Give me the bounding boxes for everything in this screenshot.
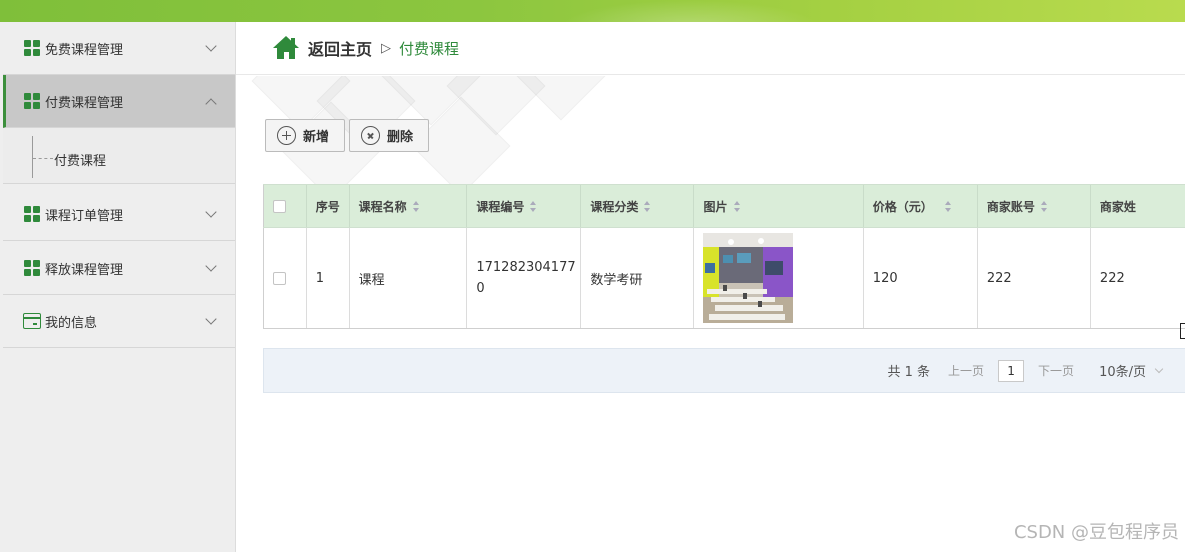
sidebar-item-free-courses[interactable]: 免费课程管理	[3, 22, 235, 75]
sidebar-item-label: 付费课程管理	[45, 95, 124, 111]
column-header-merchant-account[interactable]: 商家账号	[976, 185, 1090, 227]
chevron-up-icon	[205, 98, 217, 110]
delete-button-label: 删除	[387, 130, 414, 145]
sidebar-item-release-courses[interactable]: 释放课程管理	[3, 242, 235, 295]
top-banner	[0, 0, 1185, 22]
plus-circle-icon	[277, 126, 296, 145]
cell-image	[693, 228, 862, 328]
select-all-cell	[263, 185, 306, 227]
column-header-name[interactable]: 课程名称	[348, 185, 467, 227]
main-content: 返回主页 ▷ 付费课程 新增 删除 序号 课程名称 课程编号 课程分类 图片 价…	[236, 22, 1185, 552]
sidebar-subitem-paid-course[interactable]: 付费课程	[54, 150, 106, 169]
cell-price: 120	[862, 228, 977, 328]
sidebar-item-label: 释放课程管理	[45, 262, 124, 278]
cell-name: 课程	[348, 228, 467, 328]
row-select-cell	[263, 228, 306, 328]
chevron-down-icon	[1154, 364, 1164, 373]
column-header-image[interactable]: 图片	[693, 185, 862, 227]
column-header-category[interactable]: 课程分类	[580, 185, 693, 227]
sort-icon[interactable]	[412, 200, 420, 212]
cell-merchant-name: 222	[1089, 228, 1185, 328]
sort-icon[interactable]	[644, 200, 651, 212]
grid-icon	[23, 39, 41, 57]
sidebar: 免费课程管理 付费课程管理 付费课程 课程订单管理 释放课程管理 我的信息	[0, 22, 236, 552]
breadcrumb: 返回主页 ▷ 付费课程	[236, 22, 1185, 75]
add-button-label: 新增	[303, 130, 330, 145]
breadcrumb-home-link[interactable]: 返回主页	[308, 36, 372, 60]
sidebar-item-course-orders[interactable]: 课程订单管理	[3, 188, 235, 241]
next-page-button[interactable]: 下一页	[1038, 362, 1074, 379]
sidebar-item-label: 课程订单管理	[45, 208, 124, 224]
cell-merchant-account: 222	[976, 228, 1090, 328]
home-icon[interactable]	[273, 36, 299, 60]
add-button[interactable]: 新增	[265, 119, 345, 152]
cell-index: 1	[305, 228, 349, 328]
sort-icon[interactable]	[1040, 200, 1048, 212]
grid-icon	[23, 92, 41, 110]
page-number-button[interactable]: 1	[998, 359, 1025, 382]
sort-icon[interactable]	[530, 200, 537, 212]
course-image[interactable]	[703, 233, 794, 323]
select-all-checkbox[interactable]	[273, 199, 286, 213]
wallet-icon	[23, 312, 41, 330]
mouse-cursor	[1180, 323, 1185, 339]
prev-page-button[interactable]: 上一页	[948, 362, 984, 379]
sidebar-item-paid-courses[interactable]: 付费课程管理	[3, 75, 235, 128]
pagination-total: 共 1 条	[887, 365, 931, 380]
breadcrumb-separator: ▷	[381, 40, 392, 56]
cell-code: 1712823041770	[466, 228, 580, 328]
delete-button[interactable]: 删除	[349, 119, 429, 152]
sort-icon[interactable]	[733, 200, 741, 212]
chevron-down-icon	[205, 313, 217, 325]
watermark: CSDN @豆包程序员	[1013, 522, 1179, 543]
column-header-index: 序号	[305, 185, 349, 227]
table-header: 序号 课程名称 课程编号 课程分类 图片 价格（元） 商家账号 商家姓	[263, 185, 1185, 228]
grid-icon	[23, 205, 41, 223]
sort-icon[interactable]	[944, 200, 952, 212]
breadcrumb-current: 付费课程	[399, 39, 460, 58]
column-header-code[interactable]: 课程编号	[466, 185, 580, 227]
chevron-down-icon	[205, 206, 217, 218]
row-checkbox[interactable]	[273, 271, 286, 285]
sidebar-submenu: 付费课程	[3, 128, 235, 184]
sidebar-item-my-info[interactable]: 我的信息	[3, 295, 235, 348]
sidebar-item-label: 我的信息	[45, 315, 98, 331]
column-header-price[interactable]: 价格（元）	[862, 185, 977, 227]
chevron-down-icon	[205, 260, 217, 272]
column-header-merchant-name[interactable]: 商家姓	[1089, 185, 1185, 227]
chevron-down-icon	[205, 40, 217, 52]
page-size-select[interactable]: 10条/页	[1099, 361, 1185, 380]
table-row[interactable]: 1 课程 1712823041770 数学考研 120 222 222	[263, 228, 1185, 329]
cell-category: 数学考研	[580, 228, 693, 328]
sidebar-item-label: 免费课程管理	[45, 42, 124, 58]
course-table: 序号 课程名称 课程编号 课程分类 图片 价格（元） 商家账号 商家姓 1 课程…	[263, 184, 1185, 329]
pagination: 共 1 条 上一页 1 下一页 10条/页	[263, 348, 1185, 393]
grid-icon	[23, 259, 41, 277]
close-circle-icon	[361, 126, 380, 145]
